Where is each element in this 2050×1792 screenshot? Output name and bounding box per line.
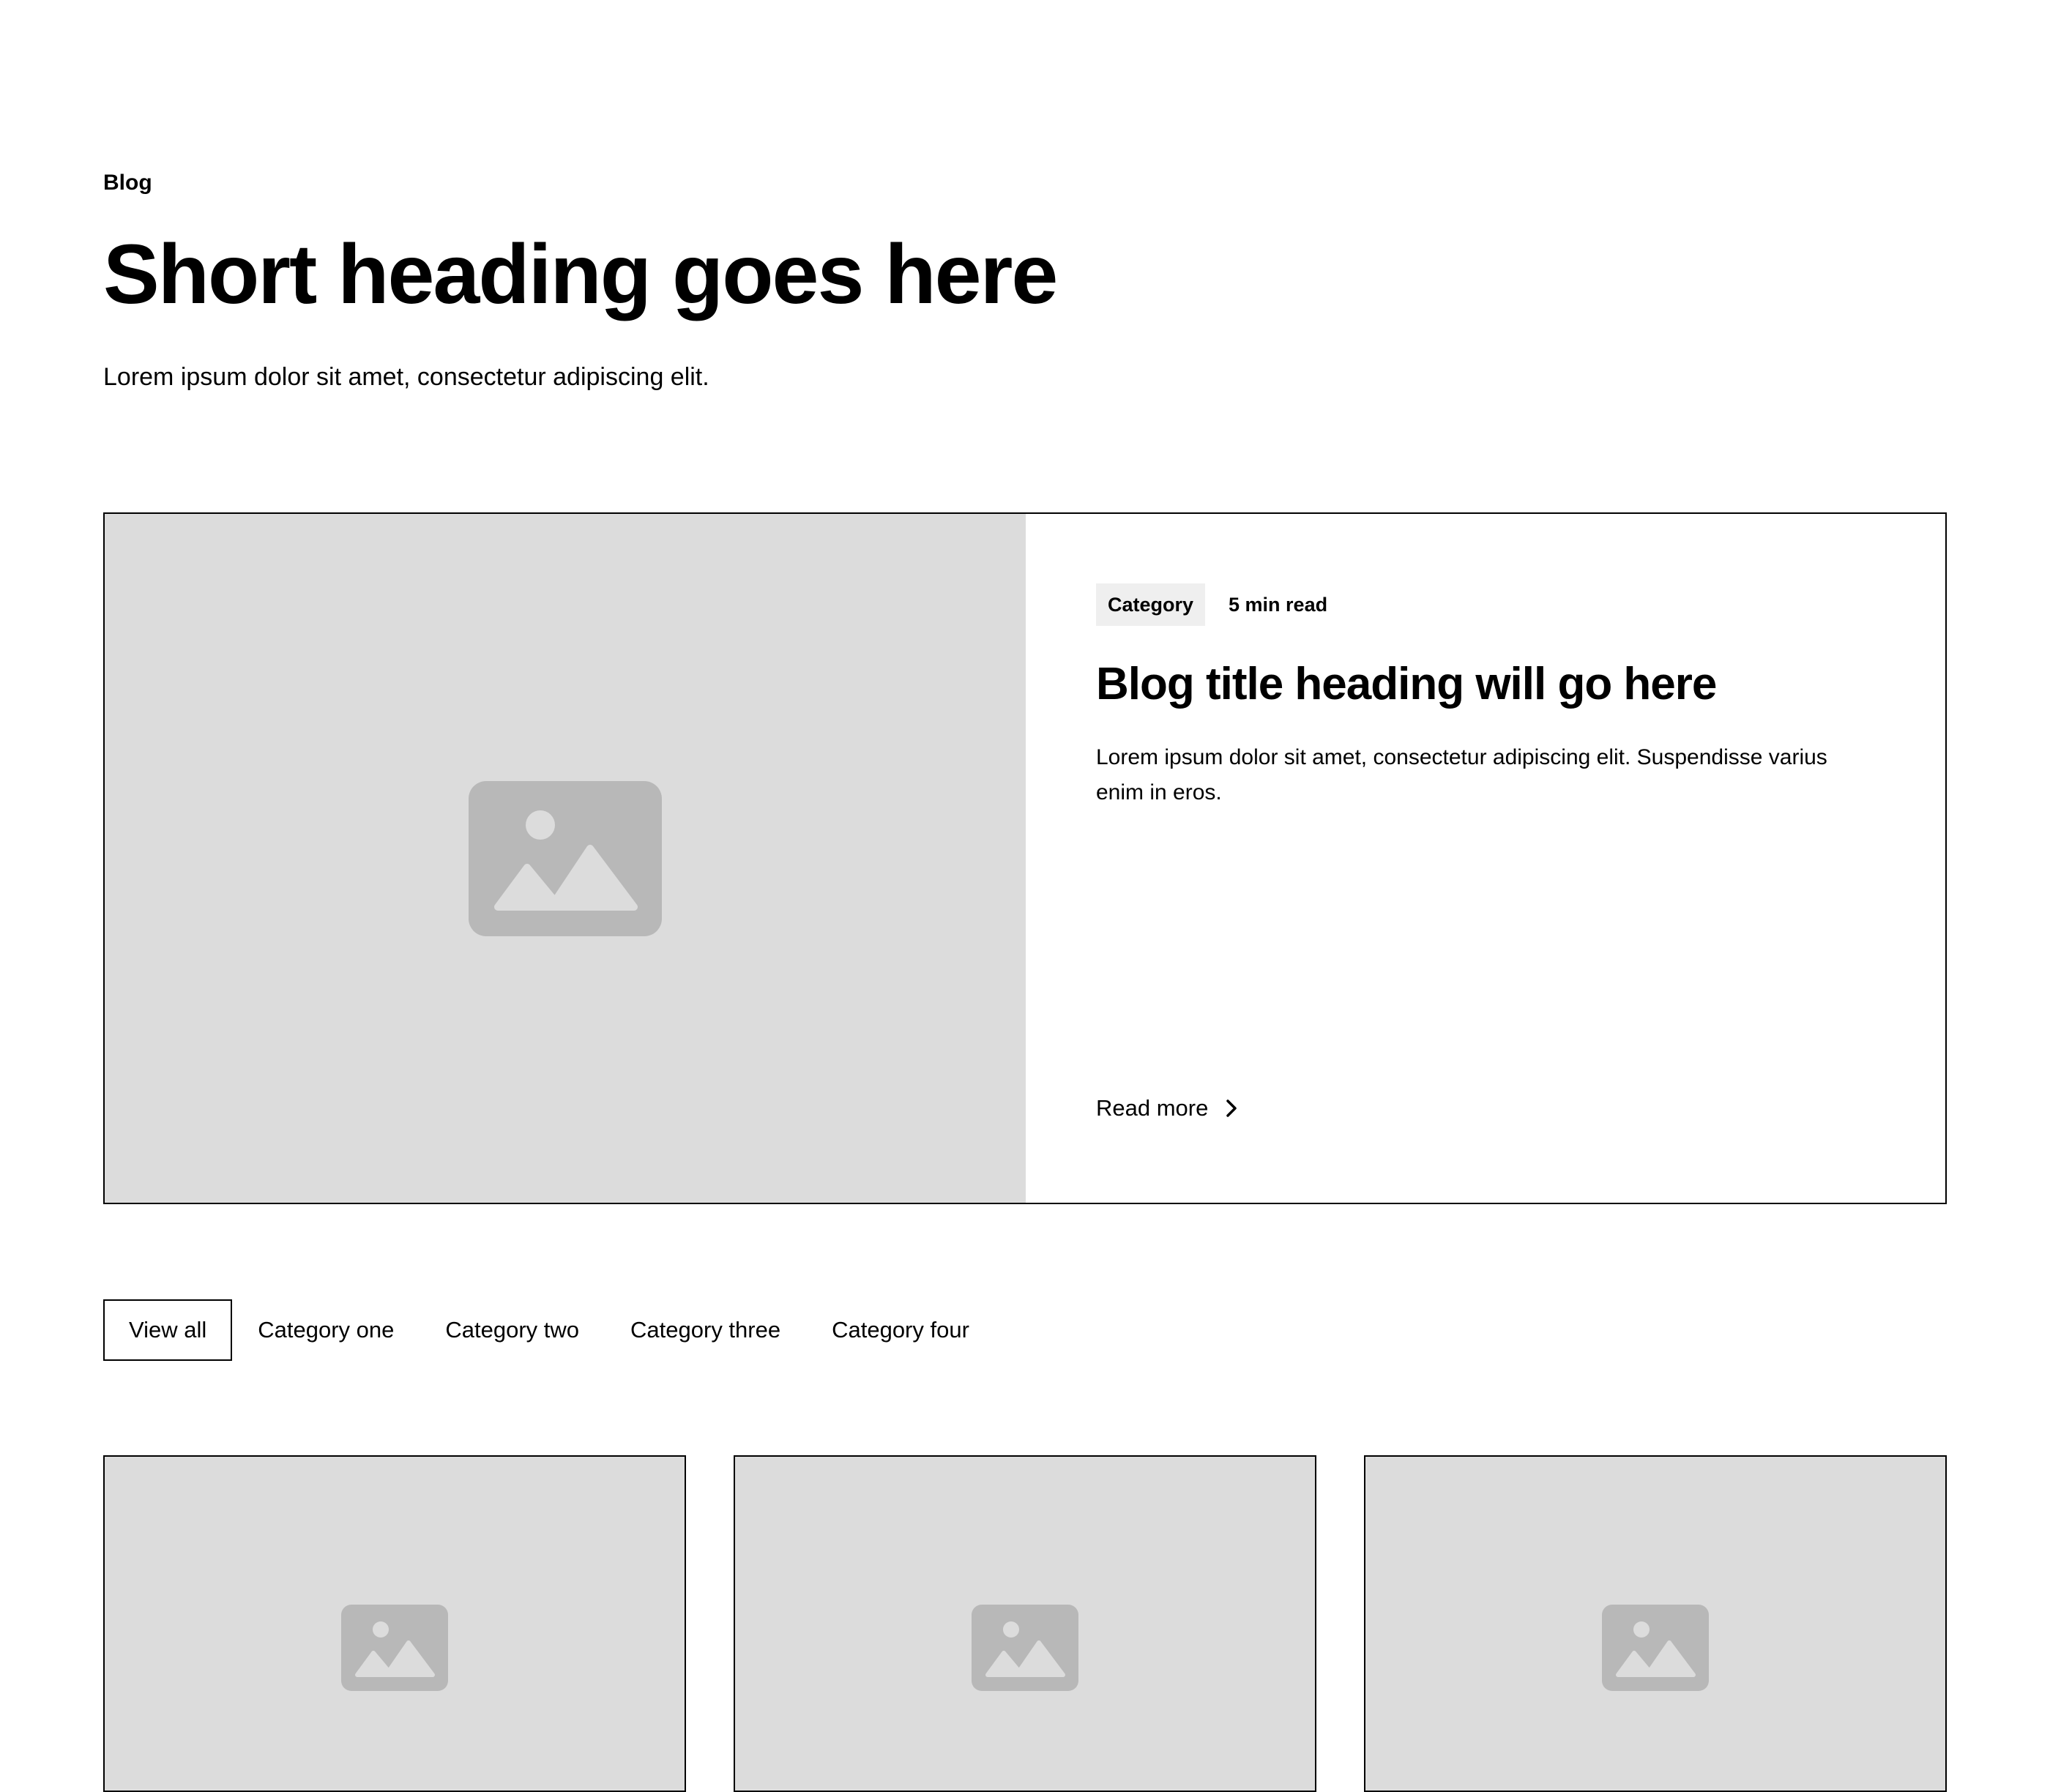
- image-placeholder-icon: [469, 780, 662, 936]
- read-more-label: Read more: [1096, 1095, 1209, 1121]
- image-placeholder-icon: [972, 1605, 1078, 1691]
- page-title: Short heading goes here: [103, 228, 1058, 321]
- page-subtitle: Lorem ipsum dolor sit amet, consectetur …: [103, 363, 709, 391]
- read-time: 5 min read: [1229, 593, 1328, 616]
- featured-post-card[interactable]: Category 5 min read Blog title heading w…: [103, 512, 1947, 1204]
- chevron-right-icon: [1226, 1100, 1237, 1117]
- post-card[interactable]: [103, 1455, 686, 1792]
- tab-category-three[interactable]: Category three: [605, 1299, 806, 1361]
- tab-category-one[interactable]: Category one: [232, 1299, 420, 1361]
- image-placeholder-icon: [341, 1605, 448, 1691]
- read-more-link[interactable]: Read more: [1096, 1095, 1240, 1121]
- category-badge[interactable]: Category: [1096, 583, 1206, 626]
- post-card[interactable]: [734, 1455, 1316, 1792]
- featured-image: [105, 514, 1026, 1203]
- tab-view-all[interactable]: View all: [103, 1299, 233, 1361]
- featured-post-title[interactable]: Blog title heading will go here: [1096, 655, 1875, 714]
- category-tabs: View all Category one Category two Categ…: [103, 1299, 995, 1361]
- tab-category-four[interactable]: Category four: [806, 1299, 995, 1361]
- featured-post-excerpt: Lorem ipsum dolor sit amet, consectetur …: [1096, 745, 1827, 804]
- post-card[interactable]: [1364, 1455, 1947, 1792]
- eyebrow-label: Blog: [103, 171, 152, 195]
- post-meta: Category 5 min read: [1096, 583, 1875, 626]
- post-grid: [103, 1455, 1947, 1792]
- featured-content: Category 5 min read Blog title heading w…: [1026, 514, 1945, 1203]
- tab-category-two[interactable]: Category two: [420, 1299, 605, 1361]
- image-placeholder-icon: [1602, 1605, 1709, 1691]
